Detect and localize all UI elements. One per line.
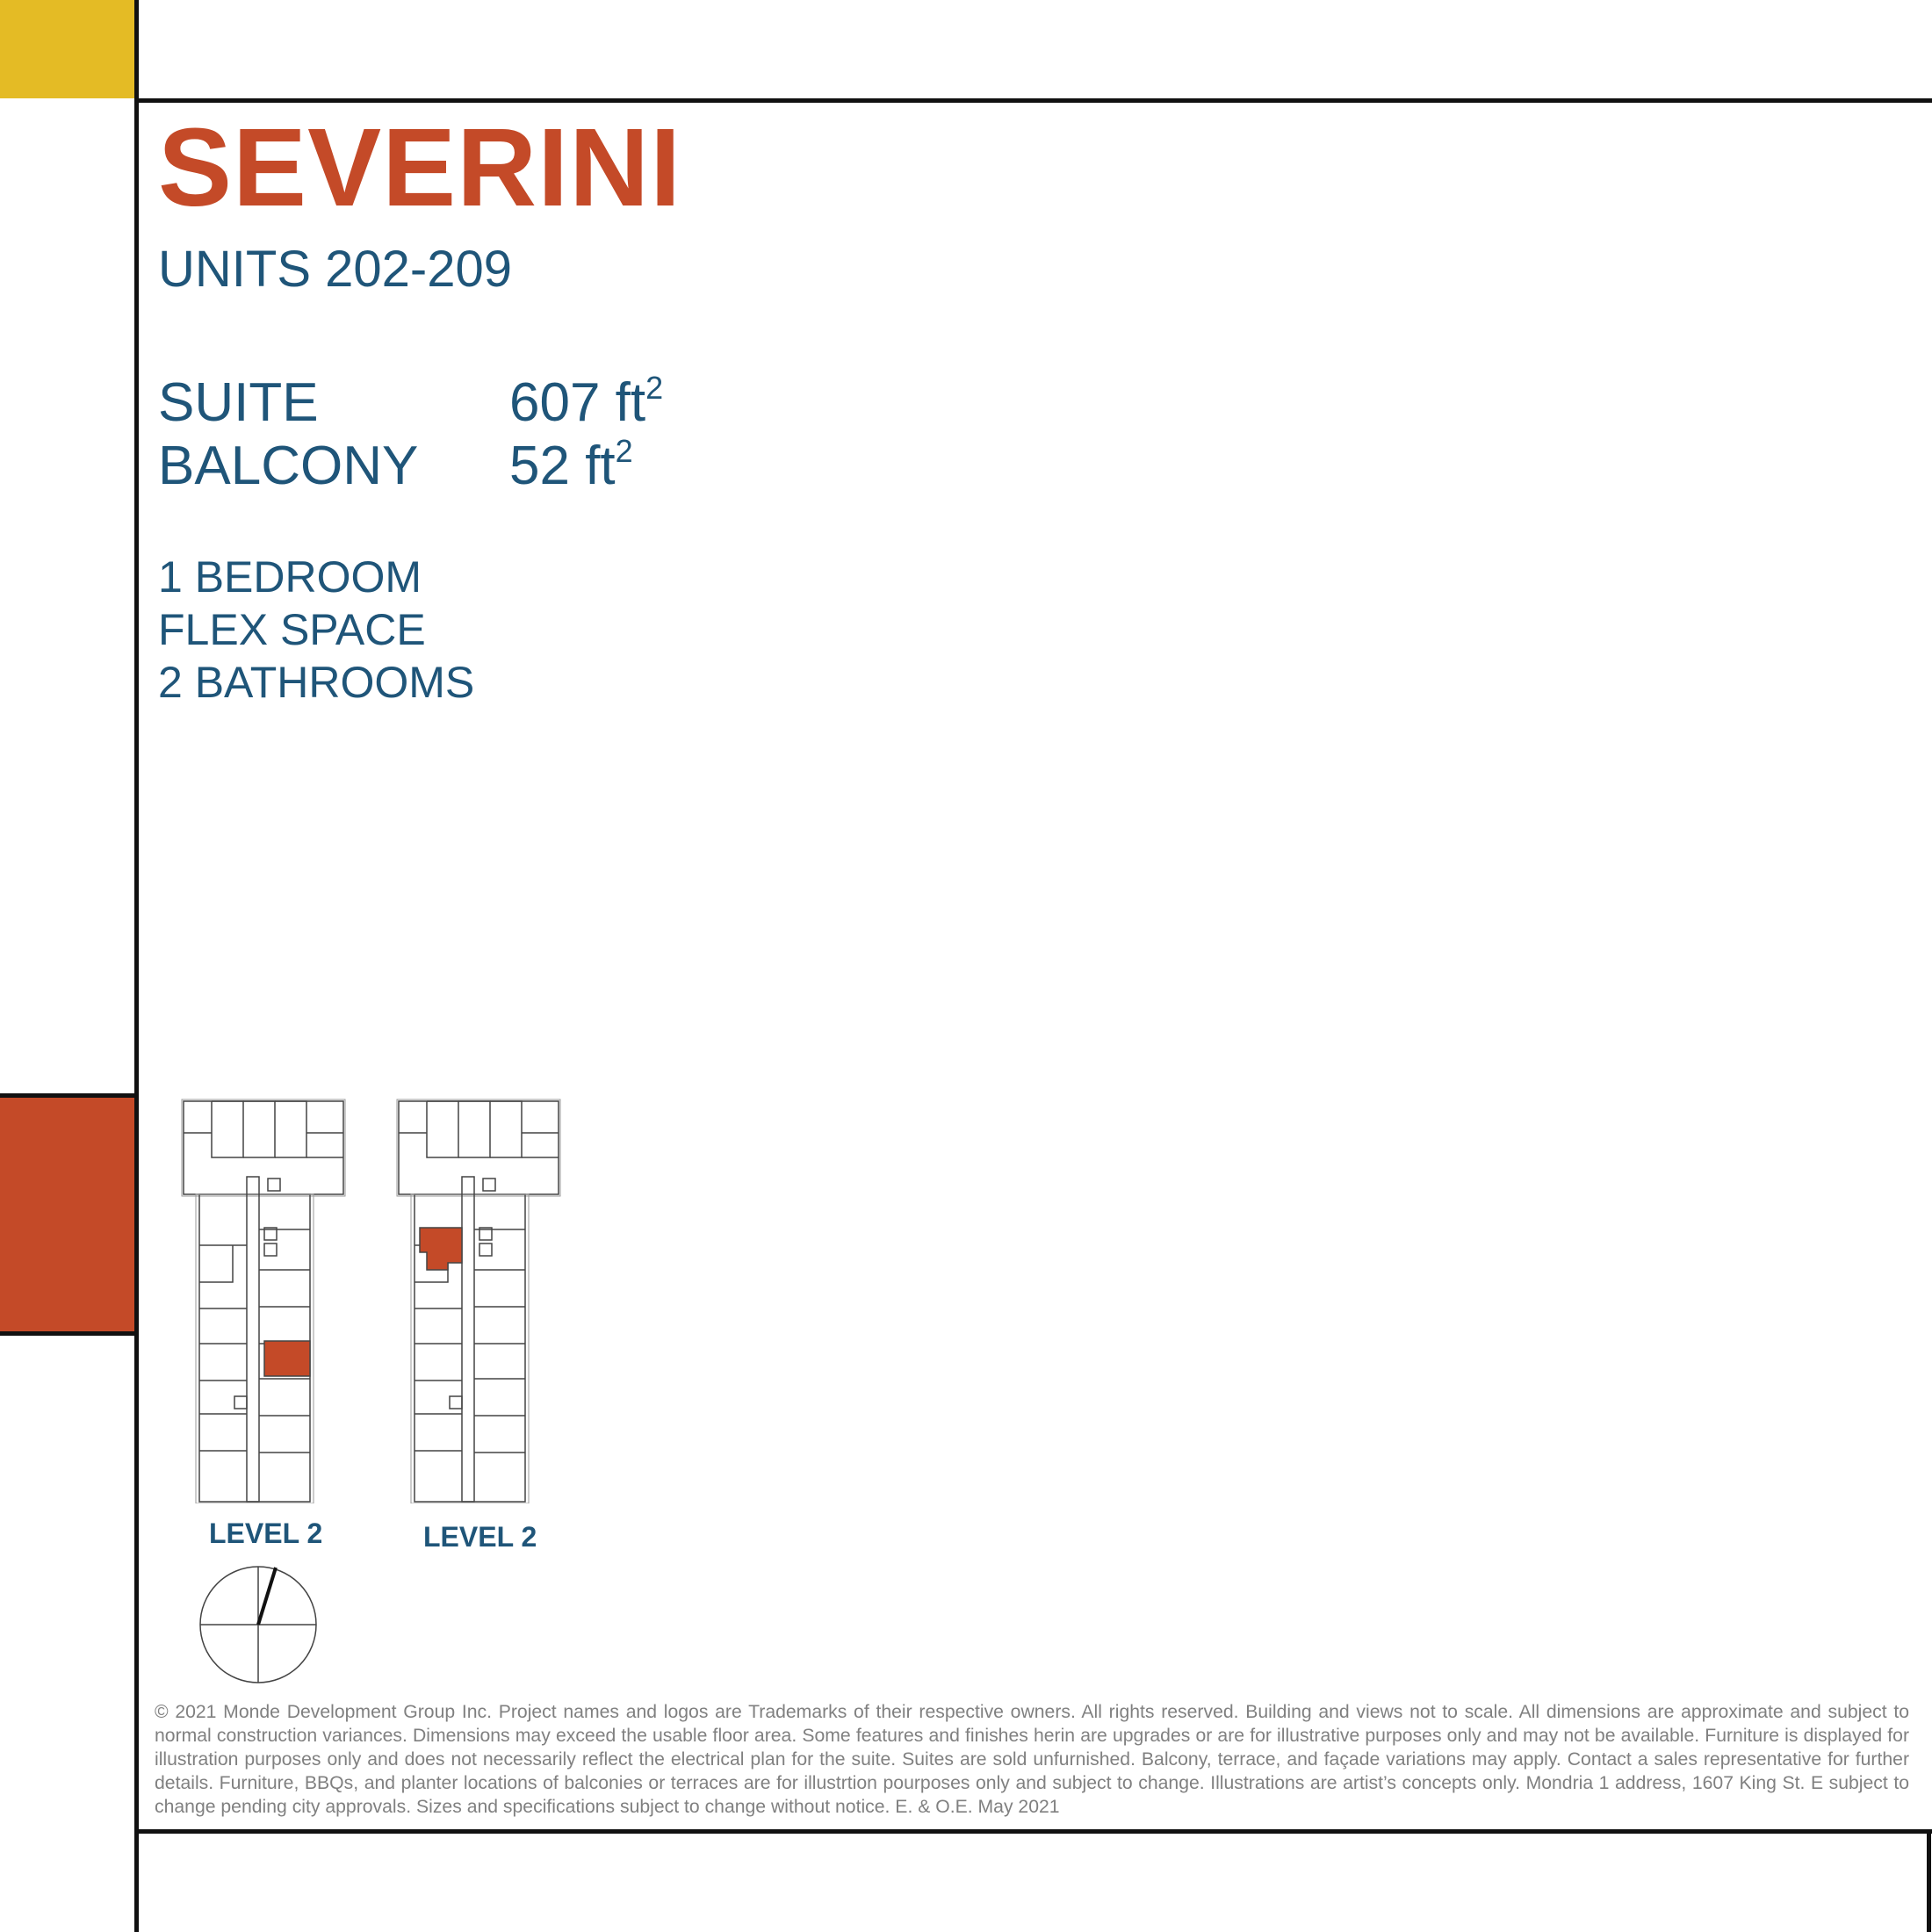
- frame-line: [0, 1331, 139, 1336]
- highlighted-unit: [419, 1227, 463, 1271]
- frame-right-line: [1927, 1829, 1931, 1932]
- highlighted-unit: [263, 1340, 311, 1377]
- units-subtitle: UNITS 202-209: [158, 241, 512, 298]
- feature-bathrooms: 2 BATHROOMS: [158, 658, 475, 707]
- plan-label: LEVEL 2: [423, 1521, 537, 1553]
- orange-accent-block: [0, 1098, 135, 1333]
- spec-value: 607 ft2: [509, 370, 664, 433]
- frame-bottom-line: [134, 1829, 1932, 1834]
- north-compass: [197, 1563, 320, 1690]
- compass-icon: [199, 1566, 317, 1683]
- frame-vertical-line: [134, 0, 139, 1932]
- spec-row-suite: SUITE 607 ft2: [158, 370, 664, 433]
- plan-label: LEVEL 2: [209, 1517, 323, 1549]
- page-title: SEVERINI: [158, 105, 682, 229]
- key-plan-1: LEVEL 2: [180, 1098, 347, 1547]
- frame-line: [0, 1093, 139, 1098]
- key-plan-2: LEVEL 2: [395, 1098, 562, 1551]
- spec-value: 52 ft2: [509, 433, 633, 496]
- yellow-accent-block: [0, 0, 135, 98]
- floor-plan-drawing: [181, 1099, 346, 1504]
- feature-bedroom: 1 BEDROOM: [158, 552, 422, 602]
- spec-label: BALCONY: [158, 436, 419, 496]
- feature-flex-space: FLEX SPACE: [158, 605, 426, 654]
- frame-top-line: [134, 98, 1932, 103]
- legal-disclaimer: © 2021 Monde Development Group Inc. Proj…: [155, 1702, 1909, 1817]
- spec-label: SUITE: [158, 372, 319, 433]
- spec-row-balcony: BALCONY 52 ft2: [158, 433, 633, 496]
- floor-plan-drawing: [396, 1099, 561, 1504]
